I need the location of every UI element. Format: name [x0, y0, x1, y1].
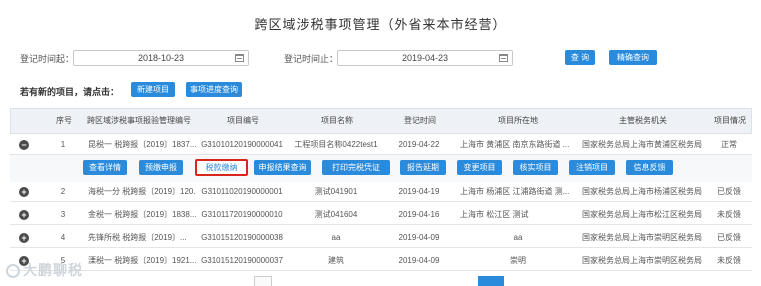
cell-name: aa — [331, 233, 341, 242]
cell-date: 2019-04-22 — [398, 140, 440, 149]
col-header: 主管税务机关 — [619, 116, 667, 125]
col-header: 项目情况 — [714, 116, 746, 125]
table-header: 序号 跨区域涉税事项报验管理编号 项目编号 项目名称 登记时间 项目所在地 主管… — [10, 108, 752, 134]
cell-date: 2019-04-16 — [398, 210, 440, 219]
calendar-icon[interactable] — [235, 54, 244, 62]
cell-status: 已反馈 — [717, 187, 741, 196]
report-extension-button[interactable]: 报告延期 — [400, 160, 446, 175]
info-feedback-button[interactable]: 信息反馈 — [626, 160, 673, 175]
view-detail-button[interactable]: 查看详情 — [83, 160, 127, 175]
cell-code: 溧税一 税跨报〔2019〕1921... — [88, 256, 196, 265]
cell-name: 工程项目名称0422test1 — [294, 140, 378, 149]
calendar-icon[interactable] — [499, 54, 508, 62]
verify-project-button[interactable]: 核实项目 — [513, 160, 558, 175]
cell-status: 未反馈 — [717, 210, 741, 219]
cell-no: 4 — [60, 233, 66, 242]
cell-org: 国家税务总局上海市杨浦区税务局 — [582, 187, 702, 196]
declare-result-query-button[interactable]: 申报结果查询 — [254, 160, 311, 175]
table-row[interactable]: + 4 先锋所税 税跨报〔2019〕... G31015120190000038… — [10, 228, 752, 248]
col-header: 跨区域涉税事项报验管理编号 — [87, 116, 191, 125]
precise-query-button[interactable]: 精确查询 — [609, 50, 657, 65]
start-date-value: 2018-10-23 — [137, 53, 185, 63]
cell-pid: G31010120190000041 — [201, 140, 283, 149]
cell-org: 国家税务总局上海市松江区税务局 — [582, 210, 702, 219]
pager-current-button[interactable] — [478, 276, 504, 286]
cell-name: 建筑 — [328, 256, 344, 265]
watermark-text: 大鹏聊税 — [23, 262, 83, 278]
plus-circle-icon[interactable]: + — [19, 233, 29, 243]
cell-location: aa — [513, 233, 523, 242]
query-button[interactable]: 查 询 — [565, 50, 595, 65]
cell-org: 国家税务总局上海市崇明区税务局 — [582, 256, 702, 265]
change-project-button[interactable]: 变更项目 — [457, 160, 502, 175]
table-row[interactable]: − 1 昆税一 税跨报〔2019〕1837... G31010120190000… — [10, 135, 752, 155]
cancel-project-button[interactable]: 注销项目 — [569, 160, 615, 175]
print-tax-certificate-button[interactable]: 打印完税凭证 — [322, 160, 390, 175]
cell-pid: G31015120190000038 — [201, 233, 283, 242]
col-header: 登记时间 — [404, 116, 436, 125]
row-actions: 查看详情 预缴申报 税款缴纳 申报结果查询 打印完税凭证 报告延期 变更项目 核… — [10, 155, 752, 185]
cell-code: 先锋所税 税跨报〔2019〕... — [88, 233, 187, 242]
cell-org: 国家税务总局上海市黄浦区税务局 — [582, 140, 702, 149]
cell-pid: G31015120190000037 — [201, 256, 283, 265]
end-date-label: 登记时间止： — [284, 54, 339, 64]
progress-query-button[interactable]: 事项进度查询 — [186, 82, 242, 97]
cell-status: 已反馈 — [717, 233, 741, 242]
cell-code: 昆税一 税跨报〔2019〕1837... — [88, 140, 196, 149]
cell-no: 2 — [60, 187, 66, 196]
end-date-value: 2019-04-23 — [401, 53, 449, 63]
table-row[interactable]: + 5 溧税一 税跨报〔2019〕1921... G31015120190000… — [10, 251, 752, 271]
cell-status: 未反馈 — [717, 256, 741, 265]
cell-name: 测试041604 — [314, 210, 358, 219]
cell-org: 国家税务总局上海市崇明区税务局 — [582, 233, 702, 242]
plus-circle-icon[interactable]: + — [19, 210, 29, 220]
page-title: 跨区域涉税事项管理（外省来本市经营） — [254, 17, 507, 32]
pager-prev-button[interactable] — [254, 276, 272, 286]
table-row[interactable]: + 3 金税一 税跨报〔2019〕1838... G31011720190000… — [10, 205, 752, 225]
cell-status: 正常 — [721, 140, 737, 149]
cell-date: 2019-04-09 — [398, 233, 440, 242]
cell-name: 测试041901 — [314, 187, 358, 196]
col-header: 项目编号 — [227, 116, 259, 125]
cell-no: 1 — [60, 140, 66, 149]
watermark-icon — [6, 264, 20, 279]
prepay-declare-button[interactable]: 预缴申报 — [139, 160, 183, 175]
new-project-prompt: 若有新的项目，请点击： — [20, 87, 120, 97]
start-date-input[interactable]: 2018-10-23 — [73, 50, 249, 66]
col-header: 项目名称 — [321, 116, 353, 125]
cell-date: 2019-04-19 — [398, 187, 440, 196]
cell-code: 海税一分 税跨报〔2019〕120... — [88, 187, 196, 196]
watermark-logo: 大鹏聊税 — [6, 260, 83, 280]
minus-circle-icon[interactable]: − — [19, 140, 29, 150]
col-header: 项目所在地 — [498, 116, 538, 125]
tax-payment-button[interactable]: 税款缴纳 — [195, 159, 248, 176]
cell-date: 2019-04-09 — [398, 256, 440, 265]
cell-no: 3 — [60, 210, 66, 219]
col-header: 序号 — [56, 116, 72, 125]
plus-circle-icon[interactable]: + — [19, 187, 29, 197]
cell-location: 上海市 黄浦区 南京东路街道 ... — [460, 140, 570, 149]
cell-pid: G31011720190000010 — [201, 210, 283, 219]
start-date-label: 登记时间起： — [20, 54, 75, 64]
table-row[interactable]: + 2 海税一分 税跨报〔2019〕120... G31011020190000… — [10, 182, 752, 202]
cell-location: 上海市 杨浦区 江浦路街道 测... — [460, 187, 570, 196]
cell-code: 金税一 税跨报〔2019〕1838... — [88, 210, 196, 219]
new-project-button[interactable]: 新建项目 — [131, 82, 175, 97]
cell-location: 崇明 — [510, 256, 526, 265]
cell-location: 上海市 松江区 测试 — [460, 210, 529, 219]
end-date-input[interactable]: 2019-04-23 — [337, 50, 513, 66]
cell-pid: G31011020190000001 — [201, 187, 283, 196]
